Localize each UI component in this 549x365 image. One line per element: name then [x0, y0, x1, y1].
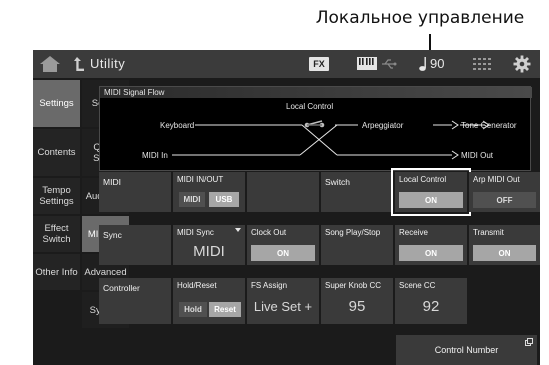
receive-cell[interactable]: Receive ON: [395, 225, 467, 265]
tempo-value[interactable]: 90: [430, 56, 444, 71]
hold-option-button[interactable]: Hold: [179, 302, 207, 317]
midi-in-out-label: MIDI IN/OUT: [177, 175, 224, 184]
fx-button[interactable]: FX: [309, 57, 329, 71]
switch-label-cell: Switch: [321, 172, 393, 212]
dropdown-triangle-icon: [235, 228, 241, 232]
midi-in-out-cell[interactable]: MIDI IN/OUT MIDI USB: [173, 172, 245, 212]
song-play-stop-label: Song Play/Stop: [325, 228, 381, 237]
scene-cc-value: 92: [422, 298, 440, 315]
hold-reset-cell[interactable]: Hold/Reset Hold Reset: [173, 278, 245, 324]
tab-label: Other Info: [35, 266, 78, 278]
gear-icon[interactable]: [513, 55, 531, 73]
tab-effect-switch[interactable]: Effect Switch: [33, 216, 80, 252]
midi-row-label-cell: MIDI: [99, 172, 171, 212]
reset-option-button[interactable]: Reset: [209, 302, 241, 317]
home-icon[interactable]: [39, 55, 61, 73]
control-number-button[interactable]: Control Number: [396, 335, 537, 365]
midi-option-button[interactable]: MIDI: [179, 192, 205, 207]
fs-assign-value: Live Set +: [253, 299, 313, 314]
keyboard-icon: [357, 57, 377, 70]
midi-row-label: MIDI: [103, 177, 121, 187]
top-bar: Utility FX 90: [33, 50, 540, 78]
midi-signal-flow-diagram: MIDI Signal Flow Local Control Keyboard …: [99, 86, 532, 171]
super-knob-cc-label: Super Knob CC: [325, 281, 382, 290]
tab-contents[interactable]: Contents: [33, 129, 80, 176]
clock-out-cell[interactable]: Clock Out ON: [247, 225, 319, 265]
tab-settings[interactable]: Settings: [33, 80, 80, 127]
arp-midi-out-toggle[interactable]: OFF: [473, 192, 536, 208]
arp-midi-out-label: Arp MIDI Out: [473, 175, 520, 184]
flow-midi-in-label: MIDI In: [142, 151, 168, 160]
super-knob-cc-cell[interactable]: Super Knob CC 95: [321, 278, 393, 324]
back-arrow-icon[interactable]: [73, 56, 85, 72]
note-icon: [419, 57, 426, 71]
tab-label: Advanced: [84, 266, 127, 278]
song-play-stop-cell: Song Play/Stop: [321, 225, 393, 265]
local-control-highlight: [391, 168, 471, 216]
tab-tempo-settings[interactable]: Tempo Settings: [33, 178, 80, 214]
tab-label: Tempo Settings: [39, 185, 74, 207]
transmit-toggle[interactable]: ON: [473, 245, 536, 261]
transmit-label: Transmit: [473, 228, 504, 237]
midi-sync-value: MIDI: [193, 243, 225, 260]
page-title: Utility: [90, 56, 126, 71]
arp-midi-out-cell[interactable]: Arp MIDI Out OFF: [469, 172, 540, 212]
controller-row-label-cell: Controller: [99, 278, 171, 324]
clock-out-toggle[interactable]: ON: [251, 245, 315, 261]
tab-label: Contents: [37, 147, 76, 158]
sync-row-label: Sync: [103, 230, 122, 240]
super-knob-cc-value: 95: [348, 298, 366, 315]
controller-row-label: Controller: [103, 283, 140, 293]
midi-sync-label: MIDI Sync: [177, 228, 214, 237]
scene-cc-cell[interactable]: Scene CC 92: [395, 278, 467, 324]
receive-label: Receive: [399, 228, 428, 237]
sync-row-label-cell: Sync: [99, 225, 171, 265]
utility-screen: Utility FX 90 Settings Contents Tempo Se…: [33, 50, 540, 365]
flow-tone-generator-label: Tone Generator: [461, 121, 517, 130]
control-number-label: Control Number: [434, 345, 499, 355]
tab-label: Effect Switch: [42, 223, 71, 245]
fs-assign-cell[interactable]: FS Assign Live Set +: [247, 278, 319, 324]
midi-sync-cell[interactable]: MIDI Sync MIDI: [173, 225, 245, 265]
flow-local-control-label: Local Control: [286, 102, 334, 111]
empty-cell: [247, 172, 319, 212]
receive-toggle[interactable]: ON: [399, 245, 463, 261]
flow-midi-out-label: MIDI Out: [461, 151, 494, 160]
usb-icon: [382, 59, 397, 69]
fs-assign-label: FS Assign: [251, 281, 288, 290]
grid-icon[interactable]: [473, 58, 491, 70]
tab-label: Settings: [39, 98, 74, 109]
scene-cc-label: Scene CC: [399, 281, 436, 290]
switch-label: Switch: [325, 177, 351, 187]
usb-option-button[interactable]: USB: [209, 192, 239, 207]
flow-keyboard-label: Keyboard: [160, 121, 195, 130]
hold-reset-label: Hold/Reset: [177, 281, 217, 290]
transmit-cell[interactable]: Transmit ON: [469, 225, 540, 265]
clock-out-label: Clock Out: [251, 228, 287, 237]
callout-label: Локальное управление: [315, 8, 525, 28]
flow-arpeggiator-label: Arpeggiator: [362, 121, 404, 130]
tab-other-info[interactable]: Other Info: [33, 254, 80, 290]
